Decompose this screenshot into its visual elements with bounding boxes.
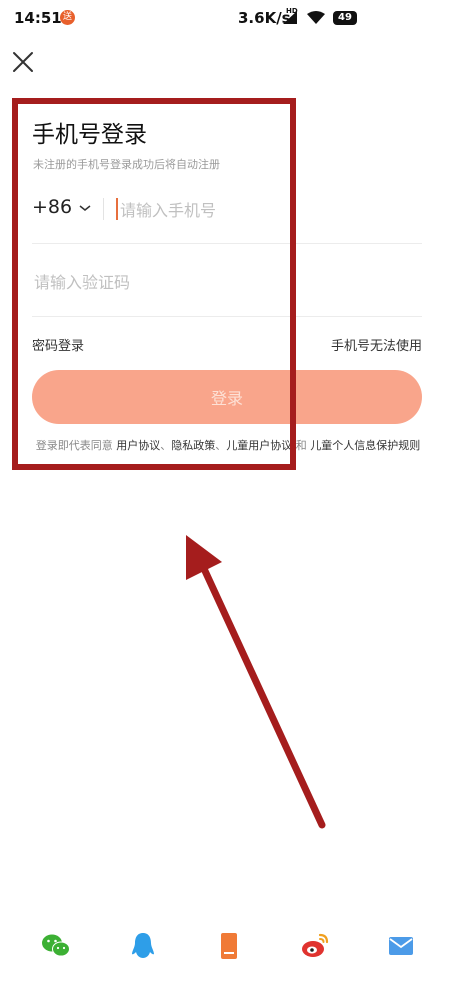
divider-line	[32, 316, 422, 317]
notification-badge: 送	[60, 10, 75, 25]
agreement-and: 和	[295, 439, 307, 452]
agreement-prefix: 登录即代表同意	[35, 439, 113, 452]
qq-icon[interactable]	[127, 930, 159, 962]
chevron-down-icon[interactable]	[78, 203, 92, 213]
weibo-icon[interactable]	[299, 930, 331, 962]
country-code-selector[interactable]: +86	[32, 196, 72, 218]
phone-icon[interactable]	[213, 930, 245, 962]
phone-unusable-link[interactable]: 手机号无法使用	[331, 335, 422, 354]
user-agreement-link[interactable]: 用户协议	[116, 439, 160, 452]
separator: 、	[160, 439, 172, 452]
wifi-icon	[307, 11, 325, 24]
page-subtitle: 未注册的手机号登录成功后将自动注册	[33, 158, 220, 171]
divider-line	[32, 243, 422, 244]
child-privacy-link[interactable]: 儿童个人信息保护规则	[310, 439, 420, 452]
field-divider	[103, 198, 104, 220]
password-login-link[interactable]: 密码登录	[32, 335, 84, 354]
page-title: 手机号登录	[32, 122, 147, 148]
verification-code-input[interactable]	[32, 266, 416, 298]
battery-icon: 49	[333, 11, 357, 25]
wechat-icon[interactable]	[40, 930, 72, 962]
separator: 、	[215, 439, 227, 452]
status-bar: 14:51 送 3.6K/s HD 49	[0, 0, 455, 36]
mail-icon[interactable]	[385, 930, 417, 962]
signal-icon	[283, 11, 297, 24]
phone-input[interactable]	[118, 194, 422, 226]
child-agreement-link[interactable]: 儿童用户协议	[226, 439, 292, 452]
agreement-text: 登录即代表同意 用户协议、隐私政策、儿童用户协议 和 儿童个人信息保护规则	[32, 437, 424, 455]
close-icon[interactable]	[11, 50, 35, 74]
login-button[interactable]: 登录	[32, 370, 422, 424]
annotation-arrow	[186, 535, 326, 829]
status-time: 14:51	[14, 9, 62, 27]
privacy-policy-link[interactable]: 隐私政策	[171, 439, 215, 452]
